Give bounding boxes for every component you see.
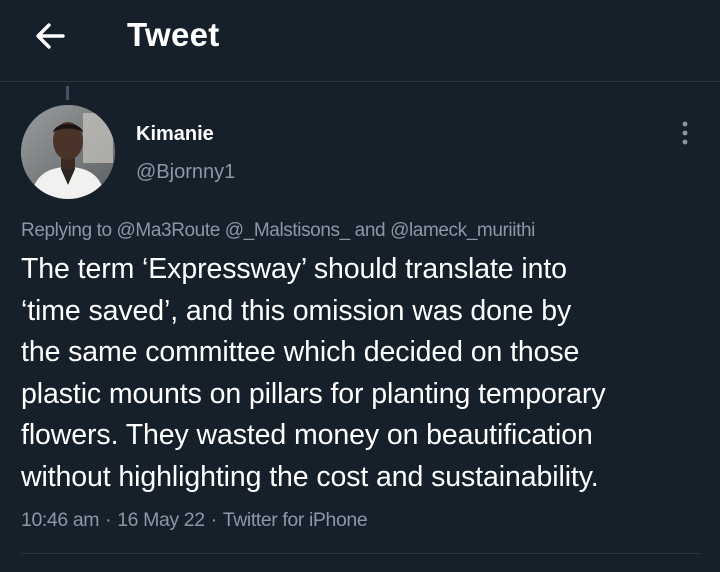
author-name[interactable]: Kimanie [136,122,214,146]
mention-link[interactable]: @_Malstisons_ [225,220,350,241]
tweet-date[interactable]: 16 May 22 [117,509,205,531]
page-title: Tweet [127,16,220,53]
vertical-ellipsis-icon [682,121,688,145]
divider [21,553,700,554]
avatar[interactable] [21,105,115,199]
meta-separator: · [210,509,217,531]
author-handle[interactable]: @Bjornny1 [136,160,235,184]
tweet-text: The term ‘Expressway’ should translate i… [21,253,606,493]
replying-to-label: Replying to [21,220,112,241]
user-avatar-icon [21,105,115,199]
mention-link[interactable]: @lameck_muriithi [390,220,535,241]
replying-to-line: Replying to @Ma3Route @_Malstisons_ and … [21,219,535,243]
top-bar: Tweet [0,0,720,82]
more-options-button[interactable] [670,118,700,148]
back-button[interactable] [28,14,72,58]
tweet-detail-screen: Tweet Kimanie @Bjornny1 Replying to @Ma3… [0,0,720,572]
mention-link[interactable]: @Ma3Route [117,220,221,241]
arrow-left-icon [36,23,65,49]
meta-separator: · [105,509,112,531]
replying-to-conjunction: and [354,220,386,241]
tweet-time[interactable]: 10:46 am [21,509,100,531]
thread-connector-line [66,86,69,100]
tweet-source-link[interactable]: Twitter for iPhone [223,509,368,531]
tweet-metadata: 10:46 am · 16 May 22 · Twitter for iPhone [21,508,368,532]
